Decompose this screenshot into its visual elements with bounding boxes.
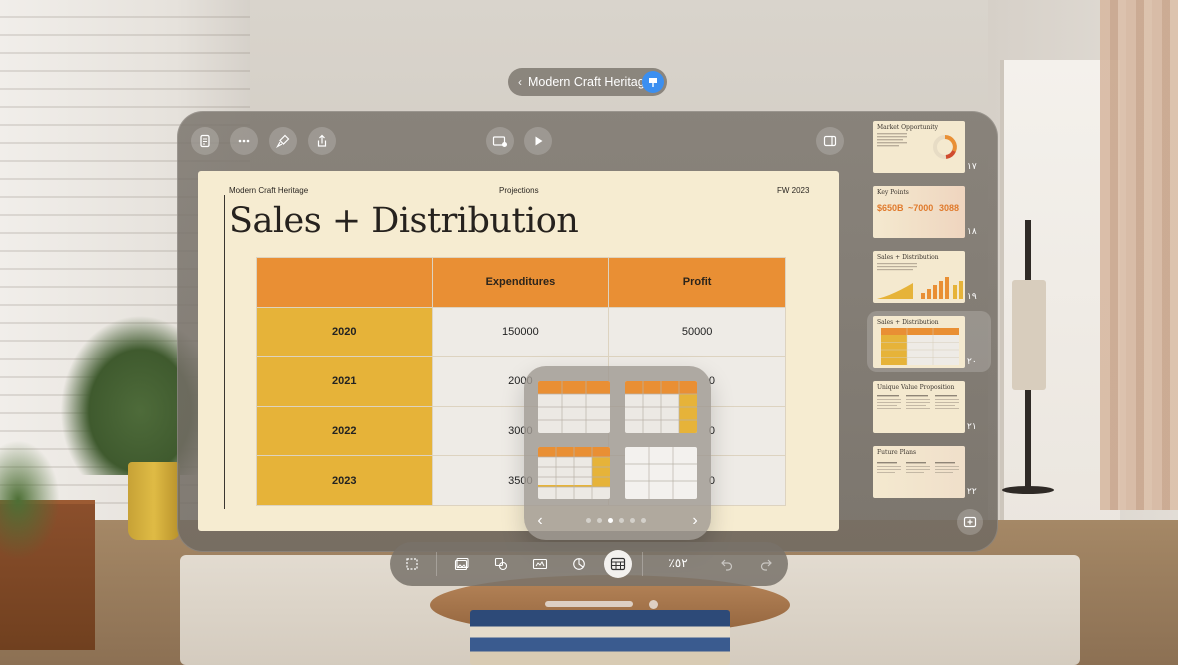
undo-icon — [721, 559, 733, 571]
slide-header-right: FW 2023 — [777, 186, 810, 195]
animate-icon — [492, 136, 507, 147]
redo-button[interactable] — [752, 550, 780, 578]
text-box-icon — [532, 558, 548, 570]
slide-thumbnail[interactable]: Sales + Distribution — [873, 316, 965, 368]
slide-header-center: Projections — [499, 186, 539, 195]
slide-header-left: Modern Craft Heritage — [229, 186, 309, 195]
table-cell-year[interactable]: 2022 — [256, 405, 433, 457]
slide-thumbnail[interactable]: Future Plans — [873, 446, 965, 498]
play-button[interactable] — [524, 127, 552, 155]
undo-button[interactable] — [713, 550, 741, 578]
slide-canvas[interactable]: Modern Craft Heritage Projections FW 202… — [198, 171, 839, 531]
sidebar-toggle-button[interactable] — [816, 127, 844, 155]
document-setup-button[interactable] — [191, 127, 219, 155]
zoom-level[interactable]: ٪٥٢ — [658, 556, 698, 570]
slide-number: ١٩ — [967, 291, 977, 301]
slide-thumbnail[interactable]: Market Opportunity — [873, 121, 965, 173]
select-button[interactable] — [398, 550, 426, 578]
previous-page-icon[interactable]: ‹ — [530, 512, 550, 530]
table-style-option[interactable] — [625, 381, 697, 433]
table-style-option[interactable] — [625, 447, 697, 499]
table-cell-expenditures[interactable]: 150000 — [431, 306, 610, 358]
share-icon — [317, 134, 327, 147]
play-icon — [535, 136, 543, 146]
chart-icon — [573, 558, 585, 570]
more-button[interactable] — [230, 127, 258, 155]
slide-thumbnail[interactable]: Sales + Distribution — [873, 251, 965, 303]
document-title-pill[interactable]: ‹ Modern Craft Heritage — [508, 68, 667, 96]
table-header-cell[interactable]: Expenditures — [431, 257, 610, 308]
table-style-option[interactable] — [538, 381, 610, 433]
table-cell-year[interactable]: 2021 — [256, 356, 433, 407]
curtain — [1100, 0, 1178, 510]
redo-icon — [760, 559, 772, 571]
book-stack — [470, 610, 730, 665]
share-button[interactable] — [308, 127, 336, 155]
table-header-row: Expenditures Profit — [256, 257, 786, 308]
document-title: Modern Craft Heritage — [528, 75, 652, 89]
shapes-icon — [494, 557, 508, 571]
thumbnail-stat: ~7000 — [908, 203, 934, 213]
insert-chart-button[interactable] — [565, 550, 593, 578]
insert-textbox-button[interactable] — [526, 550, 554, 578]
fern-plant — [0, 440, 60, 560]
slide-thumbnail[interactable]: Key Points $650B ~7000 3088 — [873, 186, 965, 238]
paintbrush-icon — [276, 134, 290, 148]
slide-number: ٢٢ — [967, 486, 977, 496]
insert-shape-button[interactable] — [487, 550, 515, 578]
table-icon — [610, 557, 626, 571]
thumbnail-stat: 3088 — [939, 203, 960, 213]
keynote-app-icon — [642, 71, 664, 93]
page-indicator — [586, 518, 646, 523]
bottom-toolbar: ٪٥٢ — [390, 542, 788, 586]
sidebar-icon — [823, 135, 837, 147]
thumbnail-title: Key Points — [877, 189, 909, 196]
insert-table-button[interactable] — [604, 550, 632, 578]
thumbnail-stat: $650B — [877, 203, 904, 213]
table-header-cell[interactable] — [256, 257, 433, 308]
table-style-option[interactable] — [538, 447, 610, 499]
table-styles-popover: ‹ › — [524, 366, 711, 540]
selection-icon — [406, 558, 418, 570]
insert-media-button[interactable] — [448, 550, 476, 578]
format-button[interactable] — [269, 127, 297, 155]
table-row: 2020 150000 50000 — [256, 306, 786, 358]
table-cell-year[interactable]: 2023 — [256, 455, 433, 506]
slide-number: ١٧ — [967, 161, 977, 171]
slide-transition-button[interactable] — [486, 127, 514, 155]
window-grabber[interactable] — [545, 601, 633, 607]
tote-bag — [1012, 280, 1046, 390]
table-header-cell[interactable]: Profit — [608, 257, 786, 308]
slide-number: ٢٠ — [967, 356, 977, 366]
document-icon — [200, 134, 210, 148]
slide-number: ١٨ — [967, 226, 977, 236]
slide-number: ٢١ — [967, 421, 977, 431]
table-cell-profit[interactable]: 50000 — [608, 306, 786, 358]
photo-icon — [454, 557, 469, 571]
ellipsis-icon — [238, 139, 250, 143]
table-cell-year[interactable]: 2020 — [256, 306, 433, 358]
chevron-left-icon: ‹ — [518, 75, 522, 89]
coat-rack-base — [1002, 486, 1054, 494]
slide-rule-line — [224, 195, 225, 509]
slide-thumbnail[interactable]: Unique Value Proposition — [873, 381, 965, 433]
window-close-dot[interactable] — [649, 600, 658, 609]
add-slide-icon — [963, 516, 977, 528]
plant-pot — [128, 462, 180, 540]
add-slide-button[interactable] — [957, 509, 983, 535]
slide-title[interactable]: Sales + Distribution — [229, 201, 579, 241]
next-page-icon[interactable]: › — [685, 512, 705, 530]
